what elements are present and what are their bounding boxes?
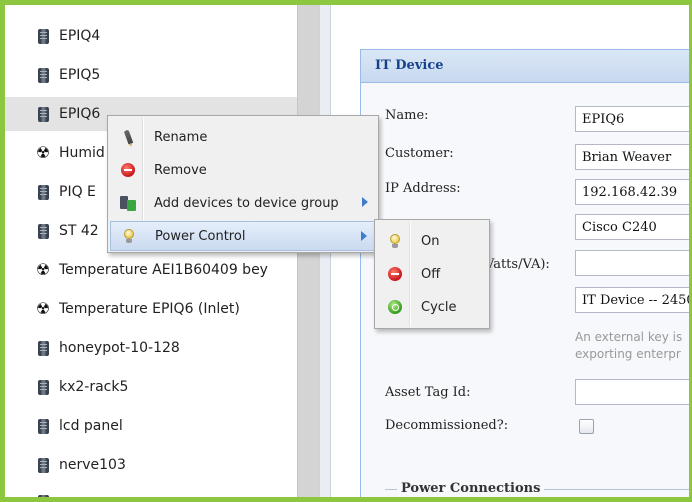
tree-item-label: PIQ E: [59, 184, 96, 200]
tree-item-temperature-epiq6[interactable]: ☢ Temperature EPIQ6 (Inlet): [5, 292, 305, 326]
server-icon: [31, 106, 55, 122]
tree-item-label: nerve103: [59, 457, 126, 473]
tree-item-label: Humid: [59, 145, 105, 161]
tree-item-label: kx2-rack5: [59, 379, 129, 395]
menu-item-remove[interactable]: Remove: [110, 155, 376, 185]
power-rating-label: Vatts/VA):: [485, 257, 550, 272]
menu-item-label: On: [421, 233, 440, 249]
power-rating-field[interactable]: [575, 250, 689, 276]
power-connections-legend[interactable]: Power Connections: [397, 481, 545, 496]
name-field[interactable]: EPIQ6: [575, 106, 689, 132]
decommissioned-checkbox[interactable]: [579, 419, 594, 434]
menu-item-label: Remove: [154, 162, 207, 178]
server-icon: [31, 494, 55, 497]
tree-item-epiq4[interactable]: EPIQ4: [5, 19, 305, 53]
bulb-icon: [117, 228, 141, 244]
stop-icon: [383, 267, 407, 281]
tree-item-label: EPIQ6: [59, 106, 101, 122]
tree-item-kx2-rack5[interactable]: kx2-rack5: [5, 370, 305, 404]
tree-item-label: lcd panel: [59, 418, 123, 434]
menu-item-label: Off: [421, 266, 441, 282]
ip-address-field[interactable]: 192.168.42.39: [575, 179, 689, 205]
customer-label: Customer:: [385, 146, 454, 161]
external-key-help: An external key is exporting enterpr: [575, 329, 682, 363]
tree-item-label: ST 42: [59, 223, 99, 239]
menu-item-add-to-group[interactable]: Add devices to device group: [110, 188, 376, 218]
tree-item-temperature-aei[interactable]: ☢ Temperature AEI1B60409 bey: [5, 253, 305, 287]
tree-item-partial[interactable]: [5, 485, 305, 497]
server-icon: [31, 184, 55, 200]
tree-item-label: honeypot-10-128: [59, 340, 180, 356]
menu-item-on[interactable]: On: [377, 226, 487, 256]
server-icon: [31, 379, 55, 395]
remove-icon: [116, 163, 140, 177]
help-line: exporting enterpr: [575, 347, 681, 361]
tree-item-label: Temperature AEI1B60409 bey: [59, 262, 268, 278]
app-frame: EPIQ4 EPIQ5 EPIQ6 ☢ Humid PIQ E ST 42 ☢ Te…: [5, 5, 689, 497]
menu-item-label: Add devices to device group: [154, 195, 339, 211]
decommissioned-label: Decommissioned?:: [385, 418, 509, 433]
menu-item-label: Cycle: [421, 299, 457, 315]
menu-item-label: Rename: [154, 129, 208, 145]
model-field[interactable]: Cisco C240: [575, 214, 689, 240]
panel-title: IT Device: [361, 50, 689, 83]
bulb-icon: [383, 233, 407, 249]
tree-item-label: EPIQ4: [59, 28, 101, 44]
menu-item-off[interactable]: Off: [377, 259, 487, 289]
asset-tag-label: Asset Tag Id:: [385, 385, 471, 400]
server-icon: [31, 418, 55, 434]
submenu-arrow-icon: [362, 197, 368, 207]
server-icon: [31, 28, 55, 44]
tree-item-label: EPIQ5: [59, 67, 101, 83]
rename-icon: [116, 129, 140, 145]
menu-item-rename[interactable]: Rename: [110, 122, 376, 152]
server-icon: [31, 223, 55, 239]
asset-tag-field[interactable]: [575, 379, 689, 405]
sensor-icon: ☢: [35, 299, 51, 318]
help-line: An external key is: [575, 330, 683, 344]
sensor-icon: ☢: [35, 260, 51, 279]
tree-item-epiq5[interactable]: EPIQ5: [5, 58, 305, 92]
tree-item-nerve103[interactable]: nerve103: [5, 448, 305, 482]
tree-item-lcd-panel[interactable]: lcd panel: [5, 409, 305, 443]
server-icon: [31, 67, 55, 83]
name-label: Name:: [385, 108, 429, 123]
menu-item-power-control[interactable]: Power Control: [110, 221, 376, 251]
server-icon: [31, 457, 55, 473]
sensor-icon: ☢: [35, 143, 51, 162]
menu-item-cycle[interactable]: Cycle: [377, 292, 487, 322]
server-icon: [31, 340, 55, 356]
power-control-submenu: On Off Cycle: [374, 219, 490, 329]
device-type-field[interactable]: IT Device -- 2450: [575, 287, 689, 313]
ip-address-label: IP Address:: [385, 181, 461, 196]
device-context-menu: Rename Remove Add devices to device grou…: [107, 115, 379, 253]
menu-item-label: Power Control: [155, 228, 246, 244]
customer-field[interactable]: Brian Weaver: [575, 144, 689, 170]
tree-item-honeypot[interactable]: honeypot-10-128: [5, 331, 305, 365]
device-group-icon: [116, 195, 140, 211]
submenu-arrow-icon: [361, 231, 367, 241]
tree-item-label: Temperature EPIQ6 (Inlet): [59, 301, 240, 317]
cycle-icon: [383, 300, 407, 314]
